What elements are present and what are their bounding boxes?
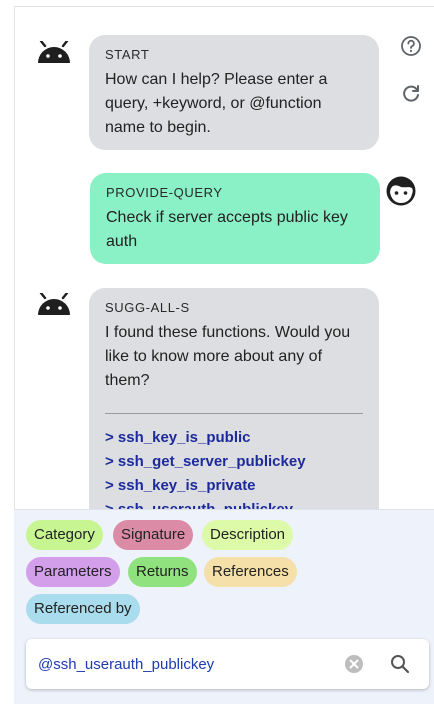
message-text: Check if server accepts public key auth bbox=[106, 209, 348, 250]
message-tag: SUGG-ALL-S bbox=[105, 300, 190, 315]
message-text: How can I help? Please enter a query, +k… bbox=[105, 71, 328, 136]
chip-references[interactable]: References bbox=[204, 557, 297, 587]
chip-signature[interactable]: Signature bbox=[113, 520, 194, 550]
function-link[interactable]: > ssh_get_server_publickey bbox=[105, 450, 363, 474]
chip-category[interactable]: Category bbox=[26, 520, 103, 550]
divider bbox=[105, 413, 363, 414]
chip-parameters[interactable]: Parameters bbox=[26, 557, 120, 587]
chip-description[interactable]: Description bbox=[202, 520, 294, 550]
function-link[interactable]: > ssh_key_is_private bbox=[105, 474, 363, 498]
message-tag: START bbox=[105, 47, 150, 62]
clear-icon[interactable] bbox=[344, 654, 364, 674]
input-panel: Category Signature Description Parameter… bbox=[14, 509, 434, 704]
bot-message-start: START How can I help? Please enter a que… bbox=[89, 35, 379, 150]
search-input[interactable] bbox=[38, 639, 338, 689]
user-message-query: PROVIDE-QUERY Check if server accepts pu… bbox=[90, 173, 380, 264]
message-tag: PROVIDE-QUERY bbox=[106, 185, 223, 200]
search-icon[interactable] bbox=[389, 653, 411, 675]
conversation-area[interactable]: START How can I help? Please enter a que… bbox=[15, 7, 434, 515]
android-bot-icon bbox=[38, 293, 70, 315]
function-link[interactable]: > ssh_key_is_public bbox=[105, 426, 363, 450]
android-bot-icon bbox=[38, 41, 70, 63]
help-circle-icon[interactable] bbox=[399, 34, 423, 58]
chip-returns[interactable]: Returns bbox=[128, 557, 197, 587]
bot-message-suggestions: SUGG-ALL-S I found these functions. Woul… bbox=[89, 288, 379, 515]
chip-referenced-by[interactable]: Referenced by bbox=[26, 594, 140, 624]
message-text: I found these functions. Would you like … bbox=[105, 324, 351, 389]
refresh-icon[interactable] bbox=[399, 82, 423, 106]
search-bar bbox=[26, 639, 429, 689]
user-avatar-icon bbox=[386, 176, 416, 206]
